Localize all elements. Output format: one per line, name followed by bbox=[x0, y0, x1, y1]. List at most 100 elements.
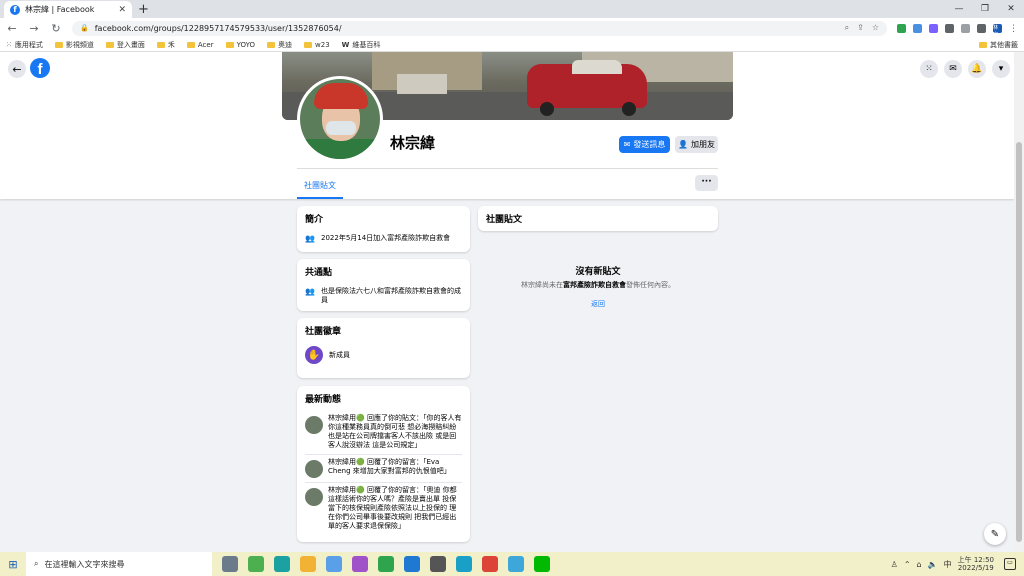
empty-posts-title: 沒有新貼文 bbox=[575, 267, 621, 277]
evernote-icon[interactable] bbox=[378, 556, 394, 572]
share-icon[interactable]: ⇪ bbox=[857, 23, 864, 33]
activity-item[interactable]: 林宗緯用🟢 回應了你的貼文：「你的客人有你這種業務員真的倒可悲 想必海撈賠糾紛也… bbox=[305, 411, 462, 455]
app-icon[interactable] bbox=[248, 556, 264, 572]
profile-avatar[interactable]: 林宗 bbox=[993, 23, 1002, 38]
file-explorer-icon[interactable] bbox=[300, 556, 316, 572]
page-scrollbar[interactable] bbox=[1014, 52, 1024, 552]
network-icon[interactable]: ⌂ bbox=[917, 560, 922, 569]
folder-icon bbox=[105, 41, 114, 48]
ime-indicator[interactable]: 中 bbox=[944, 559, 952, 570]
send-message-button[interactable]: ✉ 發送訊息 bbox=[619, 136, 670, 153]
star-extension-icon[interactable] bbox=[929, 23, 938, 33]
back-button[interactable]: ← bbox=[8, 60, 26, 78]
new-tab-button[interactable]: + bbox=[138, 2, 149, 17]
facebook-logo-icon[interactable]: f bbox=[30, 58, 50, 78]
cloud-extension-icon[interactable] bbox=[913, 23, 922, 33]
group-posts-header: 社團貼文 bbox=[478, 206, 718, 231]
folder-icon bbox=[54, 41, 63, 48]
compose-edit-icon[interactable]: ✎ bbox=[984, 523, 1006, 545]
activity-item[interactable]: 林宗緯用🟢 回覆了你的留言：「Eva Cheng 來增加大家對富邦的仇恨值吧」 bbox=[305, 455, 462, 483]
group-icon: 👥 bbox=[305, 287, 315, 296]
activity-item[interactable]: 林宗緯用🟢 回覆了你的留言：「奧迪 你都這樣話術你的客人嗎？產險是賣出單 投保當… bbox=[305, 483, 462, 535]
tab-title: 林宗緯 | Facebook bbox=[25, 5, 95, 14]
back-arrow-icon[interactable]: ← bbox=[6, 22, 18, 35]
bookmark-wikipedia[interactable]: W 維基百科 bbox=[342, 40, 381, 50]
taskbar-clock[interactable]: 上午 12:50 2022/5/19 bbox=[958, 556, 994, 572]
close-tab-icon[interactable]: ✕ bbox=[118, 5, 126, 15]
windows-start-icon[interactable]: ⊞ bbox=[0, 558, 26, 571]
browser-tabstrip: f 林宗緯 | Facebook ✕ + — ❐ ✕ bbox=[0, 0, 1024, 18]
onedrive-icon[interactable] bbox=[326, 556, 342, 572]
windows-taskbar: ⊞ ⌕ 在這裡輸入文字來搜尋 ♙ ⌃ ⌂ 🔈 中 上午 12:50 2022/5… bbox=[0, 552, 1024, 576]
app-icon[interactable] bbox=[430, 556, 446, 572]
apps-grid-icon: ⁙ bbox=[6, 40, 12, 49]
folder-icon bbox=[225, 41, 234, 48]
common-text[interactable]: 也是保險法六七八和富邦產險詐欺自救會的成員 bbox=[321, 287, 462, 305]
chevron-up-icon[interactable]: ⌃ bbox=[904, 560, 911, 569]
task-view-icon[interactable] bbox=[222, 556, 238, 572]
more-options-button[interactable]: ··· bbox=[695, 175, 718, 191]
badge-label: 新成員 bbox=[329, 350, 350, 359]
notification-center-icon[interactable]: ▭ bbox=[1004, 558, 1016, 570]
bookmark-folder[interactable]: 影視頻道 bbox=[54, 40, 94, 50]
badge-row: ✋ 新成員 bbox=[305, 346, 462, 364]
minimize-button[interactable]: — bbox=[946, 0, 972, 18]
taskbar-apps bbox=[222, 556, 550, 572]
back-link[interactable]: 返回 bbox=[478, 299, 718, 309]
reload-icon[interactable]: ↻ bbox=[50, 22, 62, 35]
top-right-actions: ⁙ ✉ 🔔 ▾ bbox=[920, 60, 1010, 78]
close-window-button[interactable]: ✕ bbox=[998, 0, 1024, 18]
browser-toolbar: ← → ↻ 🔒 facebook.com/groups/122895717457… bbox=[0, 18, 1024, 38]
bookmark-folder[interactable]: 登入畫面 bbox=[105, 40, 145, 50]
add-friend-button[interactable]: 👤 加朋友 bbox=[675, 136, 718, 153]
evernote-extension-icon[interactable] bbox=[897, 23, 906, 33]
volume-icon[interactable]: 🔈 bbox=[928, 560, 938, 569]
bookmark-other[interactable]: 其他書籤 bbox=[979, 40, 1018, 50]
profile-name: 林宗緯 bbox=[390, 134, 436, 152]
joined-text: 2022年5月14日加入富邦產險詐欺自救會 bbox=[321, 234, 451, 242]
people-icon[interactable]: ♙ bbox=[891, 560, 898, 569]
bookmark-folder[interactable]: Acer bbox=[186, 41, 214, 49]
reading-list-icon[interactable] bbox=[961, 23, 970, 33]
avatar bbox=[305, 488, 323, 506]
line-icon[interactable] bbox=[534, 556, 550, 572]
bookmark-folder[interactable]: 禾 bbox=[156, 40, 175, 50]
waving-hand-badge-icon: ✋ bbox=[305, 346, 323, 364]
zoom-icon[interactable]: ⌕ bbox=[845, 23, 849, 33]
joined-row: 👥 2022年5月14日加入富邦產險詐欺自救會 bbox=[305, 234, 462, 243]
puzzle-extensions-icon[interactable] bbox=[945, 23, 954, 33]
chrome-icon[interactable] bbox=[482, 556, 498, 572]
avatar bbox=[305, 416, 323, 434]
folder-icon bbox=[304, 41, 313, 48]
wikipedia-icon: W bbox=[341, 40, 350, 49]
lock-icon[interactable]: 🔒 bbox=[80, 24, 89, 32]
account-chevron-down-icon[interactable]: ▾ bbox=[992, 60, 1010, 78]
url-text[interactable]: facebook.com/groups/1228957174579533/use… bbox=[95, 24, 839, 33]
menu-grid-icon[interactable]: ⁙ bbox=[920, 60, 938, 78]
app-icon[interactable] bbox=[352, 556, 368, 572]
edge-icon[interactable] bbox=[404, 556, 420, 572]
profile-avatar-photo[interactable] bbox=[297, 76, 383, 162]
app-icon[interactable] bbox=[456, 556, 472, 572]
common-title: 共通點 bbox=[305, 268, 333, 278]
restore-button[interactable]: ❐ bbox=[972, 0, 998, 18]
address-bar[interactable]: 🔒 facebook.com/groups/1228957174579533/u… bbox=[72, 20, 887, 36]
intro-title: 簡介 bbox=[305, 215, 324, 225]
app-icon[interactable] bbox=[508, 556, 524, 572]
bookmark-star-icon[interactable]: ☆ bbox=[872, 23, 879, 33]
forward-arrow-icon[interactable]: → bbox=[28, 22, 40, 35]
menu-kebab-icon[interactable]: ⋮ bbox=[1009, 24, 1018, 34]
bookmark-apps[interactable]: ⁙ 應用程式 bbox=[6, 40, 43, 50]
bookmark-folder[interactable]: YOYO bbox=[225, 41, 255, 49]
app-icon[interactable] bbox=[274, 556, 290, 572]
side-panel-icon[interactable] bbox=[977, 23, 986, 33]
notifications-bell-icon[interactable]: 🔔 bbox=[968, 60, 986, 78]
tab-group-posts[interactable]: 社團貼文 bbox=[297, 175, 343, 199]
bookmark-folder[interactable]: 奧迪 bbox=[267, 40, 292, 50]
taskbar-search-input[interactable]: ⌕ 在這裡輸入文字來搜尋 bbox=[26, 552, 212, 576]
browser-tab[interactable]: f 林宗緯 | Facebook ✕ bbox=[4, 1, 132, 18]
bookmark-folder[interactable]: w23 bbox=[304, 41, 330, 49]
omnibox-actions: ⌕ ⇪ ☆ bbox=[845, 23, 879, 33]
messenger-icon[interactable]: ✉ bbox=[944, 60, 962, 78]
scrollbar-thumb[interactable] bbox=[1016, 142, 1022, 542]
